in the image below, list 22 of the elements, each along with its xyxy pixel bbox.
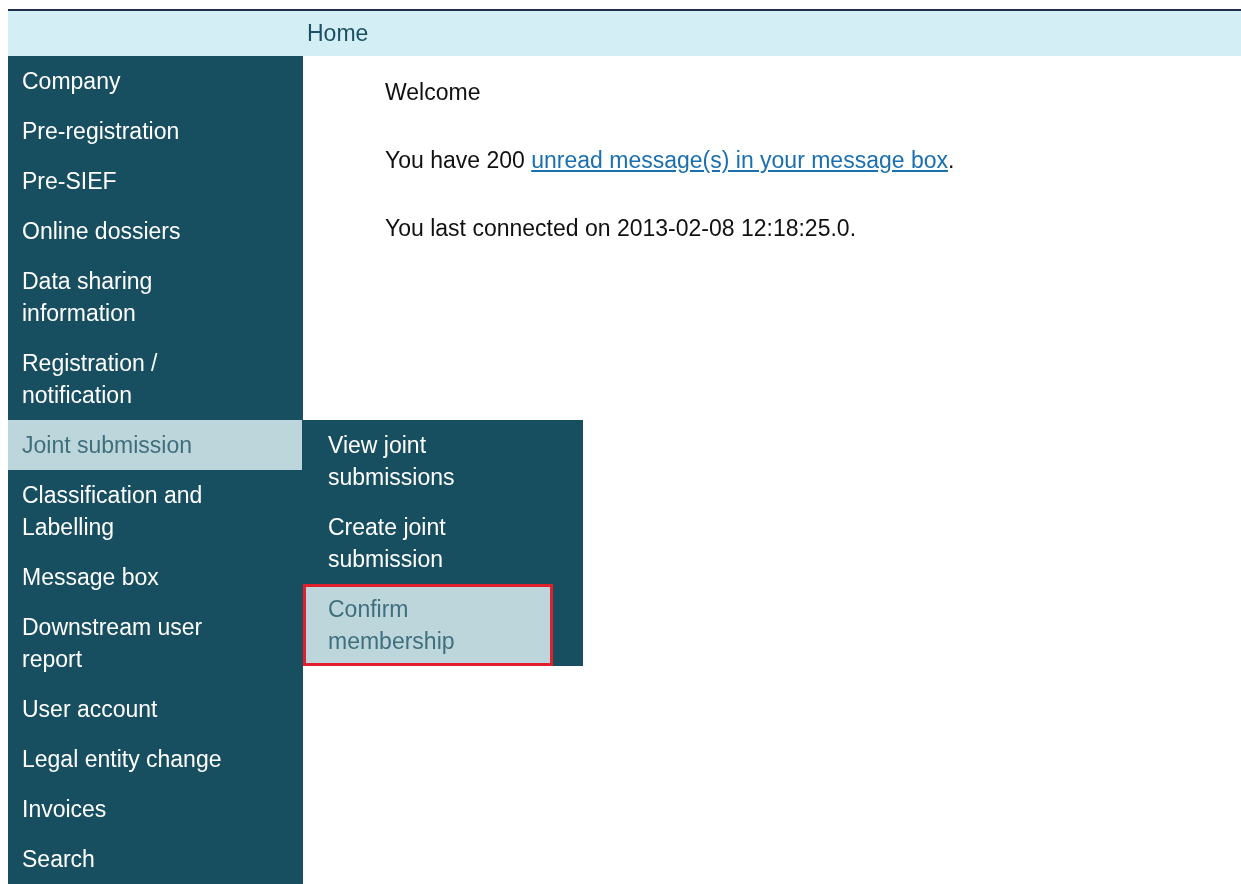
message-box-link[interactable]: unread message(s) in your message box [531, 147, 948, 173]
submenu-item[interactable]: Create joint submission [303, 502, 553, 584]
sidebar-item[interactable]: Search [8, 834, 264, 884]
sidebar-item[interactable]: Invoices [8, 784, 264, 834]
page-title: Home [307, 20, 369, 47]
sidebar-item[interactable]: Joint submission [8, 420, 302, 470]
sidebar-item[interactable]: Message box [8, 552, 264, 602]
sidebar-item[interactable]: Data sharing information [8, 256, 264, 338]
unread-message-text: You have 200 unread message(s) in your message box. [385, 146, 956, 175]
last-connected-text: You last connected on 2013-02-08 12:18:25.0. [385, 214, 858, 243]
sidebar-item[interactable]: Legal entity change [8, 734, 264, 784]
sidebar-item[interactable]: User account [8, 684, 264, 734]
sidebar-item[interactable]: Pre-SIEF [8, 156, 264, 206]
sidebar-item[interactable]: Downstream user report [8, 602, 264, 684]
submenu-item[interactable]: Confirm membership [303, 584, 553, 666]
sidebar-item[interactable]: Registration / notification [8, 338, 264, 420]
sidebar-item[interactable]: Pre-registration [8, 106, 264, 156]
sidebar-item[interactable]: Company [8, 56, 264, 106]
submenu-item[interactable]: View joint submissions [303, 420, 553, 502]
welcome-text: Welcome [385, 78, 482, 107]
sidebar-item[interactable]: Online dossiers [8, 206, 264, 256]
sidebar-item[interactable]: Classification and Labelling [8, 470, 264, 552]
